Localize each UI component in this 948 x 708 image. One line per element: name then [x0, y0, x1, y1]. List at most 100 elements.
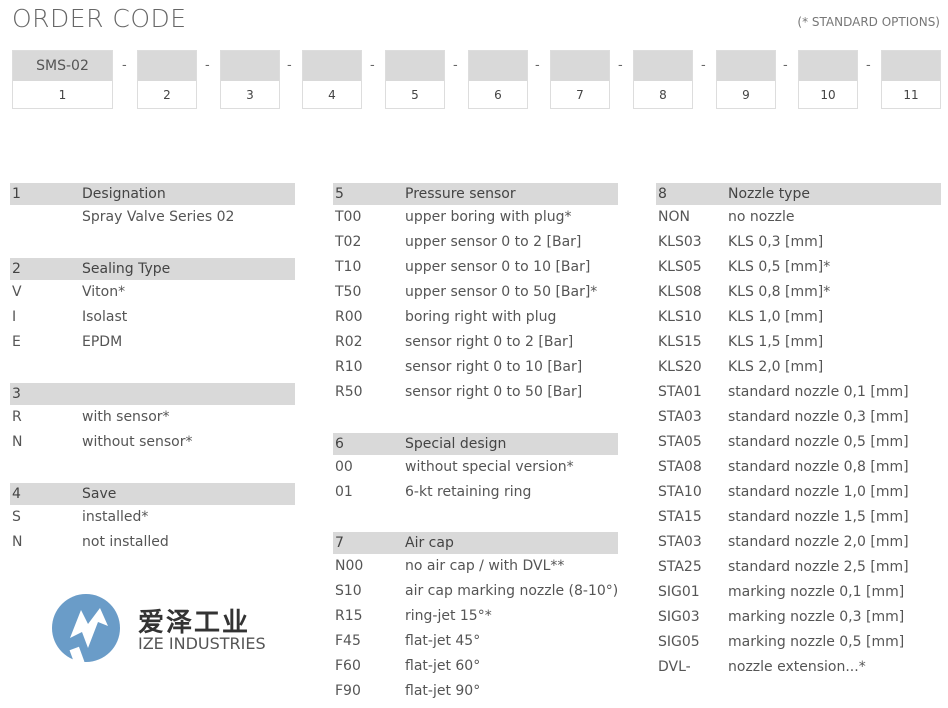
separator-dash: -	[287, 58, 292, 73]
option-code: S	[12, 509, 21, 525]
option-description: marking nozzle 0,1 [mm]	[728, 584, 905, 600]
option-code: R	[12, 409, 22, 425]
section-title: Designation	[82, 186, 166, 202]
option-code: N	[12, 534, 23, 550]
option-code: N00	[335, 558, 364, 574]
option-row: DVL-nozzle extension...*	[656, 655, 941, 680]
option-description: marking nozzle 0,3 [mm]	[728, 609, 905, 625]
option-row: N00 no air cap / with DVL**	[333, 554, 618, 579]
option-description: EPDM	[82, 334, 123, 350]
option-description: installed*	[82, 509, 149, 525]
ize-logo-icon	[52, 594, 120, 666]
separator-dash: -	[618, 58, 623, 73]
option-description: upper sensor 0 to 10 [Bar]	[405, 259, 591, 275]
option-row: STA25 standard nozzle 2,5 [mm]	[656, 555, 941, 580]
section-title: Save	[82, 486, 117, 502]
section-1: 1 Designation Spray Valve Series 02	[10, 183, 295, 230]
option-row: KLS05 KLS 0,5 [mm]*	[656, 255, 941, 280]
option-code: STA25	[658, 559, 702, 575]
option-code: KLS03	[658, 234, 702, 250]
option-row: F60 flat-jet 60°	[333, 654, 618, 679]
option-row: F45 flat-jet 45°	[333, 629, 618, 654]
option-row: F90 flat-jet 90°	[333, 679, 618, 704]
option-description: KLS 1,5 [mm]	[728, 334, 824, 350]
code-box-number: 8	[659, 88, 667, 102]
option-code: T10	[335, 259, 362, 275]
code-box-9: 9	[716, 50, 776, 109]
section-header: 1 Designation	[10, 183, 295, 205]
option-code: KLS05	[658, 259, 702, 275]
option-row: V Viton*	[10, 280, 295, 305]
option-row: S10 air cap marking nozzle (8-10°)	[333, 579, 618, 604]
option-row: KLS10 KLS 1,0 [mm]	[656, 305, 941, 330]
option-row: SIG05 marking nozzle 0,5 [mm]	[656, 630, 941, 655]
section-title: Pressure sensor	[405, 186, 516, 202]
section-2: 2 Sealing Type V Viton* I Isolast E EPDM	[10, 258, 295, 355]
code-box-number: 2	[163, 88, 171, 102]
option-code: T00	[335, 209, 362, 225]
option-code: STA15	[658, 509, 702, 525]
option-row: T02 upper sensor 0 to 2 [Bar]	[333, 230, 618, 255]
option-row: 00 without special version*	[333, 455, 618, 480]
option-row: SIG03 marking nozzle 0,3 [mm]	[656, 605, 941, 630]
option-row: NON no nozzle	[656, 205, 941, 230]
option-row: Nnot installed	[10, 530, 295, 555]
code-box-value	[551, 51, 609, 81]
option-code: R10	[335, 359, 363, 375]
separator-dash: -	[866, 58, 871, 73]
option-description: ring-jet 15°*	[405, 608, 492, 624]
option-row: KLS08 KLS 0,8 [mm]*	[656, 280, 941, 305]
option-description: no air cap / with DVL**	[405, 558, 565, 574]
option-description: with sensor*	[82, 409, 170, 425]
code-box-3: 3	[220, 50, 280, 109]
option-row: STA03 standard nozzle 2,0 [mm]	[656, 530, 941, 555]
option-row: R50 sensor right 0 to 50 [Bar]	[333, 380, 618, 405]
section-number: 2	[12, 261, 21, 277]
code-box-7: 7	[550, 50, 610, 109]
section-header: 6 Special design	[333, 433, 618, 455]
code-box-value	[634, 51, 692, 81]
section-number: 8	[658, 186, 667, 202]
option-row: Sinstalled*	[10, 505, 295, 530]
option-code: T02	[335, 234, 362, 250]
code-box-10: 10	[798, 50, 858, 109]
option-code: KLS20	[658, 359, 702, 375]
option-description: marking nozzle 0,5 [mm]	[728, 634, 905, 650]
option-row: R10 sensor right 0 to 10 [Bar]	[333, 355, 618, 380]
option-row: T00 upper boring with plug*	[333, 205, 618, 230]
code-box-2: 2	[137, 50, 197, 109]
option-code: R50	[335, 384, 363, 400]
section-4: 4 Save Sinstalled* Nnot installed	[10, 483, 295, 555]
order-code-page: ORDER CODE (* STANDARD OPTIONS) SMS-02 1 -…	[0, 0, 948, 708]
code-box-value	[469, 51, 527, 81]
option-row: R02 sensor right 0 to 2 [Bar]	[333, 330, 618, 355]
option-code: SIG03	[658, 609, 700, 625]
code-box-value	[221, 51, 279, 81]
option-code: STA10	[658, 484, 702, 500]
option-code: F90	[335, 683, 361, 699]
option-code: STA08	[658, 459, 702, 475]
option-description: sensor right 0 to 2 [Bar]	[405, 334, 574, 350]
option-row: KLS15 KLS 1,5 [mm]	[656, 330, 941, 355]
code-box-4: 4	[302, 50, 362, 109]
option-code: I	[12, 309, 17, 325]
option-code: V	[12, 284, 22, 300]
option-row: STA01 standard nozzle 0,1 [mm]	[656, 380, 941, 405]
section-header: 5 Pressure sensor	[333, 183, 618, 205]
option-code: DVL-	[658, 659, 691, 675]
option-row: KLS03 KLS 0,3 [mm]	[656, 230, 941, 255]
option-description: 6-kt retaining ring	[405, 484, 532, 500]
section-title: Sealing Type	[82, 261, 171, 277]
code-box-value	[386, 51, 444, 81]
option-row: SIG01 marking nozzle 0,1 [mm]	[656, 580, 941, 605]
section-7: 7 Air cap N00 no air cap / with DVL** S10 air…	[333, 532, 618, 704]
section-header: 4 Save	[10, 483, 295, 505]
option-code: KLS10	[658, 309, 702, 325]
option-description: standard nozzle 1,0 [mm]	[728, 484, 909, 500]
option-description: KLS 0,5 [mm]*	[728, 259, 831, 275]
separator-dash: -	[453, 58, 458, 73]
option-description: KLS 0,8 [mm]*	[728, 284, 831, 300]
option-row: KLS20 KLS 2,0 [mm]	[656, 355, 941, 380]
option-description: without special version*	[405, 459, 574, 475]
option-code: STA01	[658, 384, 702, 400]
